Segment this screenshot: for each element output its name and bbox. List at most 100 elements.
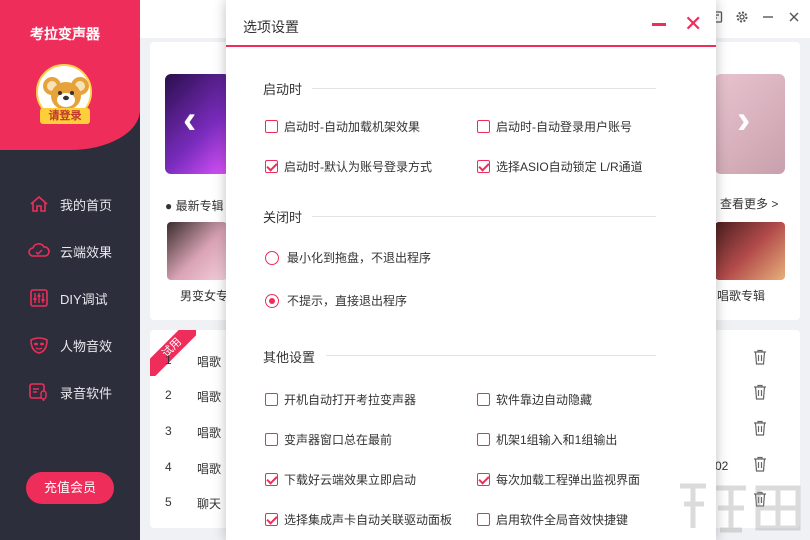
option-rack-io-group[interactable]: 机架1组输入和1组输出	[477, 431, 617, 448]
app-title: 考拉变声器	[30, 26, 100, 42]
trial-badge-label: 试用	[150, 330, 196, 376]
row-name[interactable]: 唱歌	[197, 424, 221, 441]
banner-image-left[interactable]: ‹	[165, 74, 230, 174]
option-default-account-login[interactable]: 启动时-默认为账号登录方式	[265, 158, 432, 175]
checkbox[interactable]	[477, 513, 490, 526]
close-icon[interactable]	[786, 9, 802, 25]
option-auto-load-rack[interactable]: 启动时-自动加载机架效果	[265, 118, 420, 135]
album-thumbnail[interactable]	[715, 222, 785, 280]
row-name[interactable]: 唱歌	[197, 460, 221, 477]
option-minimize-to-tray[interactable]: 最小化到拖盘，不退出程序	[265, 249, 431, 266]
album-caption[interactable]: 唱歌专辑	[717, 287, 765, 304]
dialog-close-button[interactable]: ✕	[684, 13, 702, 35]
checkbox-checked[interactable]	[477, 473, 490, 486]
sidebar-item-label: 我的首页	[60, 197, 113, 213]
chevron-right-icon[interactable]: ›	[737, 98, 750, 143]
option-driver-panel[interactable]: 选择集成声卡自动关联驱动面板	[265, 511, 452, 528]
watermark-logo	[680, 483, 801, 533]
checkbox[interactable]	[477, 120, 490, 133]
section-title-close: 关闭时	[263, 210, 303, 225]
latest-albums-label: ● 最新专辑	[165, 199, 224, 213]
sidebar-item-label: 人物音效	[60, 338, 113, 354]
sidebar-item-character[interactable]: 人物音效	[0, 327, 140, 363]
sidebar-item-cloud[interactable]: 云端效果	[0, 233, 140, 269]
row-name[interactable]: 聊天	[197, 495, 221, 512]
option-label: 开机自动打开考拉变声器	[284, 393, 417, 407]
gear-icon[interactable]	[734, 9, 750, 25]
checkbox-checked[interactable]	[265, 513, 278, 526]
sidebar-item-label: DIY调试	[60, 291, 108, 307]
options-dialog: 选项设置 ✕ 启动时 启动时-自动加载机架效果 启动时-自动登录用户账号 启动时…	[226, 0, 716, 540]
radio-selected[interactable]	[265, 293, 279, 308]
checkbox[interactable]	[477, 433, 490, 446]
checkbox[interactable]	[477, 393, 490, 406]
option-label: 启动时-自动加载机架效果	[284, 120, 420, 134]
option-auto-login[interactable]: 启动时-自动登录用户账号	[477, 118, 632, 135]
see-more-link[interactable]: 查看更多 >	[720, 195, 778, 212]
row-number: 4	[165, 460, 172, 474]
option-label: 机架1组输入和1组输出	[496, 433, 618, 447]
row-name[interactable]: 唱歌	[197, 388, 221, 405]
option-start-cloud-effect[interactable]: 下载好云端效果立即启动	[265, 471, 416, 488]
dialog-minimize-button[interactable]	[652, 23, 666, 26]
mask-icon	[28, 334, 50, 356]
row-name[interactable]: 唱歌	[197, 353, 221, 370]
sidebar-item-record[interactable]: 录音软件	[0, 374, 140, 410]
trial-badge: 试用	[150, 330, 196, 376]
checkbox-checked[interactable]	[477, 160, 490, 173]
album-thumbnail[interactable]	[167, 222, 227, 280]
sidebar-item-home[interactable]: 我的首页	[0, 186, 140, 222]
row-number: 5	[165, 495, 172, 509]
checkbox-checked[interactable]	[265, 160, 278, 173]
option-auto-hide-edge[interactable]: 软件靠边自动隐藏	[477, 391, 592, 408]
recharge-vip-button[interactable]: 充值会员	[26, 472, 114, 504]
checkbox[interactable]	[265, 393, 278, 406]
option-label: 最小化到拖盘，不退出程序	[287, 251, 432, 265]
option-always-on-top[interactable]: 变声器窗口总在最前	[265, 431, 392, 448]
option-label: 选择ASIO自动锁定 L/R通道	[496, 160, 643, 174]
option-label: 变声器窗口总在最前	[284, 433, 393, 447]
row-number: 3	[165, 424, 172, 438]
trash-icon[interactable]	[753, 420, 767, 436]
section-title-startup: 启动时	[263, 82, 303, 97]
checkbox-checked[interactable]	[265, 473, 278, 486]
row-number: 1	[165, 353, 172, 367]
checkbox[interactable]	[265, 433, 278, 446]
option-global-hotkeys[interactable]: 启用软件全局音效快捷键	[477, 511, 628, 528]
radio[interactable]	[265, 250, 279, 265]
row-number: 2	[165, 388, 172, 402]
minimize-icon[interactable]	[760, 9, 776, 25]
chevron-left-icon[interactable]: ‹	[183, 98, 196, 143]
section-divider	[312, 216, 656, 217]
section-divider	[312, 88, 656, 89]
trash-icon[interactable]	[753, 349, 767, 365]
option-label: 启动时-自动登录用户账号	[496, 120, 632, 134]
sidebar-item-diy[interactable]: DIY调试	[0, 280, 140, 316]
album-caption[interactable]: 男变女专	[180, 287, 228, 304]
checkbox[interactable]	[265, 120, 278, 133]
option-label: 选择集成声卡自动关联驱动面板	[284, 513, 453, 527]
login-button[interactable]: 请登录	[40, 108, 90, 124]
option-launch-on-boot[interactable]: 开机自动打开考拉变声器	[265, 391, 416, 408]
section-divider	[326, 355, 656, 356]
home-icon	[28, 193, 50, 215]
option-asio-lock-lr[interactable]: 选择ASIO自动锁定 L/R通道	[477, 158, 643, 175]
dialog-title: 选项设置	[243, 19, 299, 35]
option-label: 启动时-默认为账号登录方式	[284, 160, 432, 174]
window-controls	[708, 9, 802, 25]
section-title-other: 其他设置	[263, 350, 316, 365]
cloud-icon	[28, 240, 50, 262]
option-label: 启用软件全局音效快捷键	[496, 513, 629, 527]
banner-image-right[interactable]: ›	[715, 74, 785, 174]
sidebar-item-label: 录音软件	[60, 385, 113, 401]
option-label: 不提示，直接退出程序	[287, 294, 408, 308]
record-icon	[28, 381, 50, 403]
option-show-monitor[interactable]: 每次加载工程弹出监视界面	[477, 471, 640, 488]
trash-icon[interactable]	[753, 384, 767, 400]
option-exit-directly[interactable]: 不提示，直接退出程序	[265, 292, 407, 309]
dialog-header: 选项设置 ✕	[226, 0, 716, 47]
trash-icon[interactable]	[753, 456, 767, 472]
option-label: 每次加载工程弹出监视界面	[496, 473, 641, 487]
equalizer-icon	[28, 287, 50, 309]
option-label: 软件靠边自动隐藏	[496, 393, 593, 407]
